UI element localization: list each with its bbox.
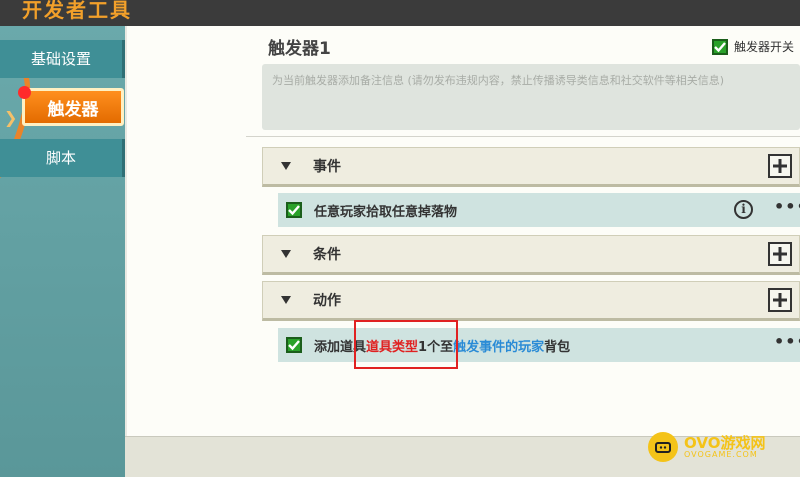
notification-dot [18, 86, 31, 99]
plus-icon [773, 159, 787, 173]
target-param[interactable]: 触发事件的玩家 [453, 340, 544, 355]
section-label: 事件 [313, 159, 341, 175]
sidebar-item-label: 脚本 [45, 149, 76, 167]
note-placeholder: 为当前触发器添加备注信息 (请勿发布违规内容，禁止传播诱导类信息和社交软件等相关… [272, 74, 725, 87]
trigger-title: 触发器1 [268, 39, 331, 59]
collapse-triangle-icon[interactable] [281, 296, 291, 304]
note-input[interactable]: 为当前触发器添加备注信息 (请勿发布违规内容，禁止传播诱导类信息和社交软件等相关… [262, 64, 800, 130]
watermark-text: OVO游戏网 [684, 433, 766, 452]
trigger-switch-label: 触发器开关 [734, 40, 795, 54]
plus-icon [773, 293, 787, 307]
sidebar-item-label: 触发器 [47, 100, 99, 120]
title-bar: 开发者工具 [0, 0, 800, 26]
divider [246, 136, 800, 137]
trigger-switch[interactable]: 触发器开关 [712, 38, 794, 55]
section-event-header[interactable]: 事件 [262, 147, 800, 187]
collapse-triangle-icon[interactable] [281, 250, 291, 258]
watermark: OVO游戏网 OVOGAME.COM [648, 432, 765, 462]
section-condition-header[interactable]: 条件 [262, 235, 800, 275]
collapse-triangle-icon[interactable] [281, 162, 291, 170]
highlight-box [354, 320, 458, 369]
sidebar-item-script[interactable]: 脚本 [0, 139, 125, 177]
checkbox-checked-icon[interactable] [286, 337, 302, 353]
app-title: 开发者工具 [22, 0, 132, 22]
sidebar-item-trigger[interactable]: 触发器 [22, 88, 124, 126]
add-action-button[interactable] [768, 288, 792, 312]
section-label: 条件 [313, 247, 341, 263]
gamepad-icon [648, 432, 678, 462]
plus-icon [773, 247, 787, 261]
info-icon[interactable]: i [734, 200, 753, 219]
checkbox-checked-icon[interactable] [286, 202, 302, 218]
add-condition-button[interactable] [768, 242, 792, 266]
add-event-button[interactable] [768, 154, 792, 178]
more-options-icon[interactable]: ••• [774, 332, 800, 351]
sidebar-item-label: 基础设置 [30, 50, 91, 68]
section-action-header[interactable]: 动作 [262, 281, 800, 321]
checkbox-checked-icon[interactable] [712, 38, 728, 55]
watermark-subtext: OVOGAME.COM [684, 449, 758, 459]
section-label: 动作 [313, 293, 341, 309]
watermark-text-group: OVO游戏网 OVOGAME.COM [684, 433, 766, 459]
more-options-icon[interactable]: ••• [774, 197, 800, 216]
sidebar-item-basic-settings[interactable]: 基础设置 [0, 40, 125, 78]
event-row[interactable]: 任意玩家拾取任意掉落物 i ••• [278, 193, 800, 227]
event-row-text: 任意玩家拾取任意掉落物 [314, 204, 458, 220]
action-suffix: 背包 [544, 339, 571, 355]
chevron-right-icon: ❯ [4, 108, 18, 127]
